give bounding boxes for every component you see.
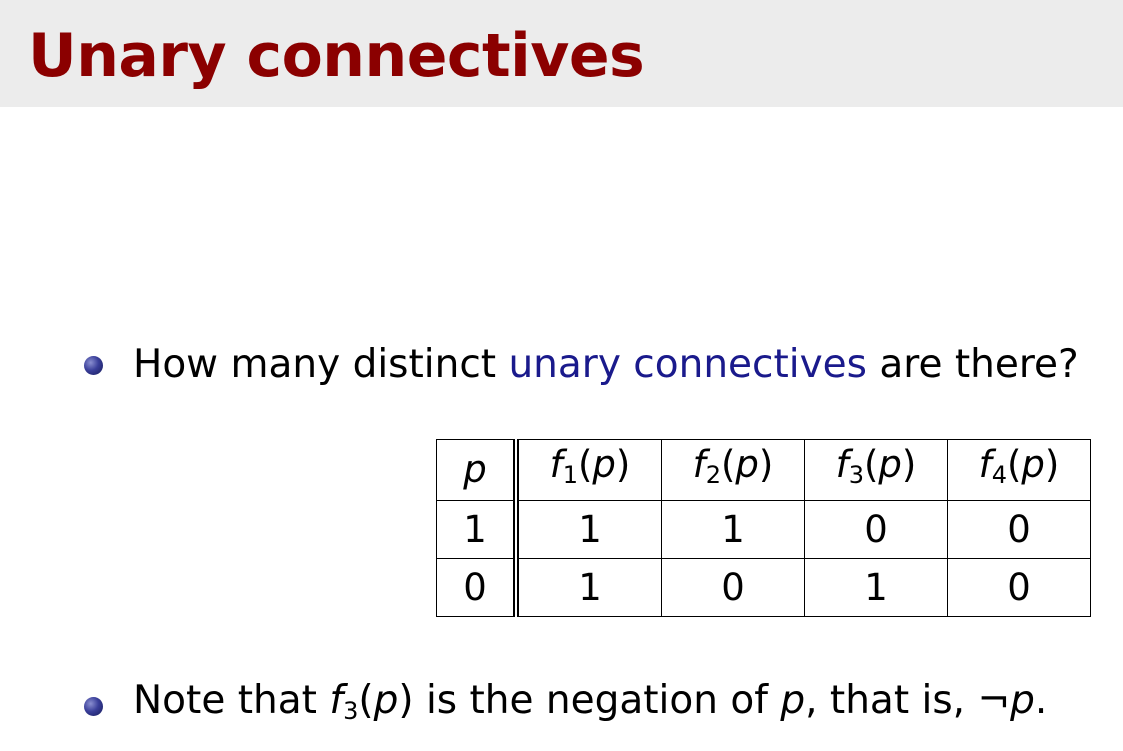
header-f1: f1(p) (515, 439, 662, 501)
cell-f1: 1 (515, 500, 662, 559)
question-before: How many distinct (133, 342, 509, 387)
truth-table-header-row: p f1(p) f2(p) f3(p) f4(p) (436, 439, 1091, 501)
table-row: 0 1 0 1 0 (436, 558, 1091, 617)
question-after: are there? (867, 342, 1079, 387)
cell-f1: 1 (515, 558, 662, 617)
cell-p: 1 (436, 500, 519, 559)
header-f2: f2(p) (661, 439, 805, 501)
note-text: Note that f3(p) is the negation of p, th… (133, 678, 1048, 725)
question-highlight: unary connectives (508, 342, 867, 387)
question-bullet-item: How many distinct unary connectives are … (84, 341, 1079, 389)
note-bullet-item: Note that f3(p) is the negation of p, th… (84, 677, 1047, 735)
bullet-icon (84, 696, 103, 716)
cell-f4: 0 (947, 558, 1091, 617)
cell-p: 0 (436, 558, 519, 617)
title-bar: Unary connectives (0, 0, 1123, 107)
cell-f4: 0 (947, 500, 1091, 559)
header-f3: f3(p) (804, 439, 948, 501)
table-row: 1 1 1 0 0 (436, 500, 1091, 559)
question-text: How many distinct unary connectives are … (133, 341, 1079, 389)
header-f4: f4(p) (947, 439, 1091, 501)
bullet-icon (84, 355, 103, 375)
truth-table: p f1(p) f2(p) f3(p) f4(p) 1 1 1 0 0 0 1 … (436, 439, 1091, 617)
cell-f3: 0 (804, 500, 948, 559)
header-var-p: p (436, 439, 519, 501)
cell-f2: 0 (661, 558, 805, 617)
slide-title: Unary connectives (28, 21, 645, 91)
cell-f2: 1 (661, 500, 805, 559)
cell-f3: 1 (804, 558, 948, 617)
